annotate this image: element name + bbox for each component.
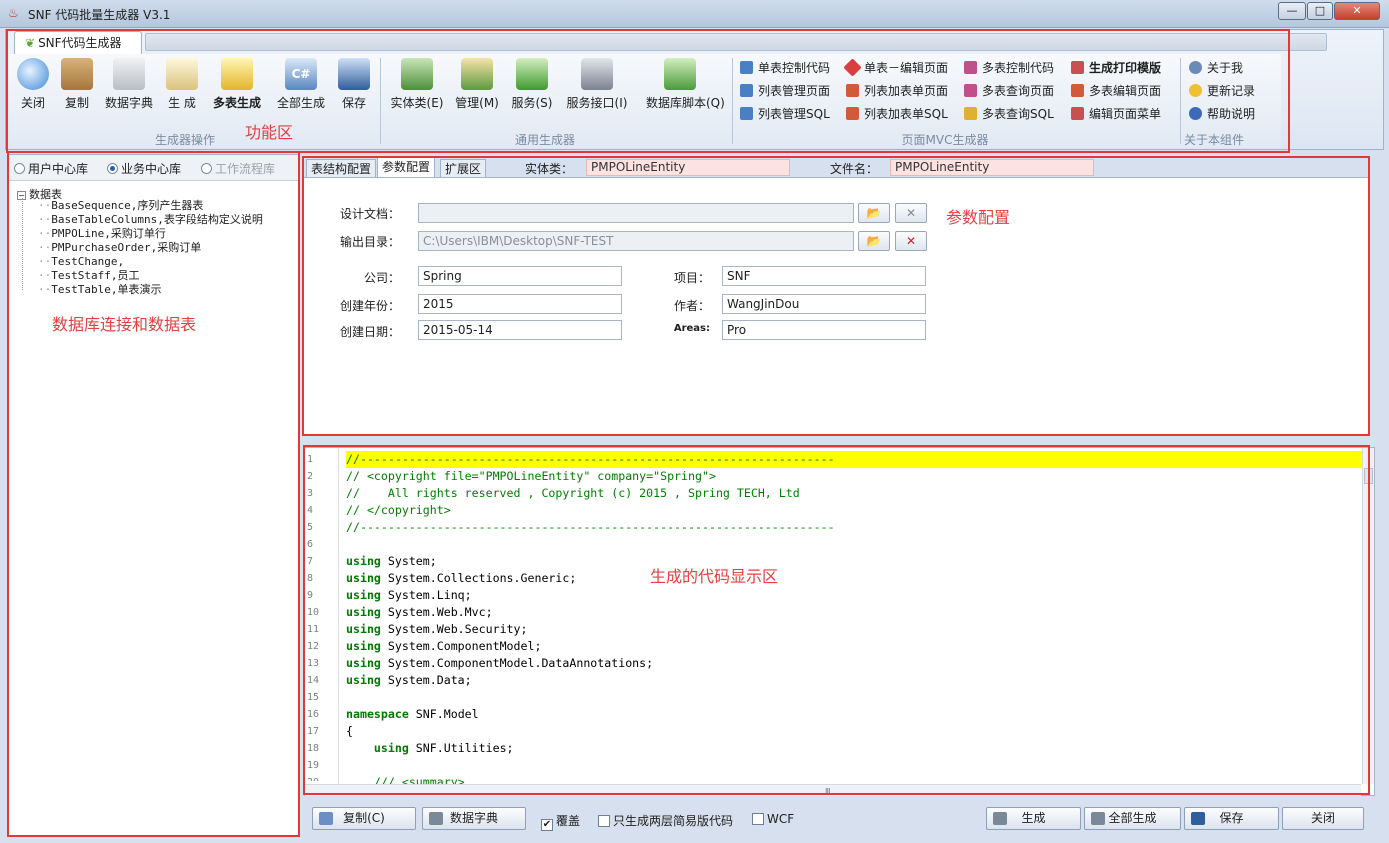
overwrite-checkbox[interactable]: ✔ 覆盖 xyxy=(541,812,580,831)
simple-version-checkbox[interactable]: 只生成两层简易版代码 xyxy=(598,812,733,829)
window-title: SNF 代码批量生成器 V3.1 xyxy=(28,8,171,22)
overwrite-label: 覆盖 xyxy=(556,814,581,828)
param-area-annotation: 参数配置 xyxy=(946,208,1011,227)
checkbox-box xyxy=(598,815,610,827)
bottom-generate-all-button[interactable]: 全部生成 xyxy=(1084,807,1181,830)
param-area-box xyxy=(302,156,1370,436)
sitemap-icon xyxy=(993,812,1007,825)
bottom-save-button[interactable]: 保存 xyxy=(1184,807,1279,830)
floppy-icon xyxy=(1191,812,1205,825)
copy-code-label: 复制(C) xyxy=(343,811,385,825)
copy-code-button[interactable]: 复制(C) xyxy=(312,807,416,830)
code-area-annotation: 生成的代码显示区 xyxy=(650,567,779,586)
wcf-label: WCF xyxy=(767,812,795,826)
wcf-checkbox[interactable]: WCF xyxy=(752,812,794,826)
maximize-button[interactable]: □ xyxy=(1307,2,1333,20)
checkbox-box xyxy=(752,813,764,825)
bottom-data-dictionary-button[interactable]: 数据字典 xyxy=(422,807,526,830)
sitemap-icon xyxy=(429,812,443,825)
simple-version-label: 只生成两层简易版代码 xyxy=(613,814,734,828)
bottom-close-label: 关闭 xyxy=(1310,811,1335,825)
bottom-generate-label: 生成 xyxy=(1021,811,1046,825)
checkmark-icon: ✔ xyxy=(541,819,553,831)
bottom-generate-button[interactable]: 生成 xyxy=(986,807,1081,830)
bottom-save-label: 保存 xyxy=(1219,811,1244,825)
db-area-box xyxy=(7,151,300,837)
sitemap-icon xyxy=(1091,812,1105,825)
title-bar xyxy=(0,0,1389,28)
function-area-annotation: 功能区 xyxy=(245,123,294,142)
db-area-annotation: 数据库连接和数据表 xyxy=(52,315,197,334)
bottom-generate-all-label: 全部生成 xyxy=(1108,811,1157,825)
window-close-button[interactable]: ✕ xyxy=(1334,2,1380,20)
minimize-button[interactable]: — xyxy=(1278,2,1306,20)
function-area-box xyxy=(6,29,1290,153)
bottom-close-button[interactable]: 关闭 xyxy=(1282,807,1364,830)
bottom-data-dictionary-label: 数据字典 xyxy=(449,811,498,825)
app-icon: ♨ xyxy=(8,6,19,20)
copy-icon xyxy=(319,812,333,825)
code-area-box xyxy=(303,445,1370,795)
